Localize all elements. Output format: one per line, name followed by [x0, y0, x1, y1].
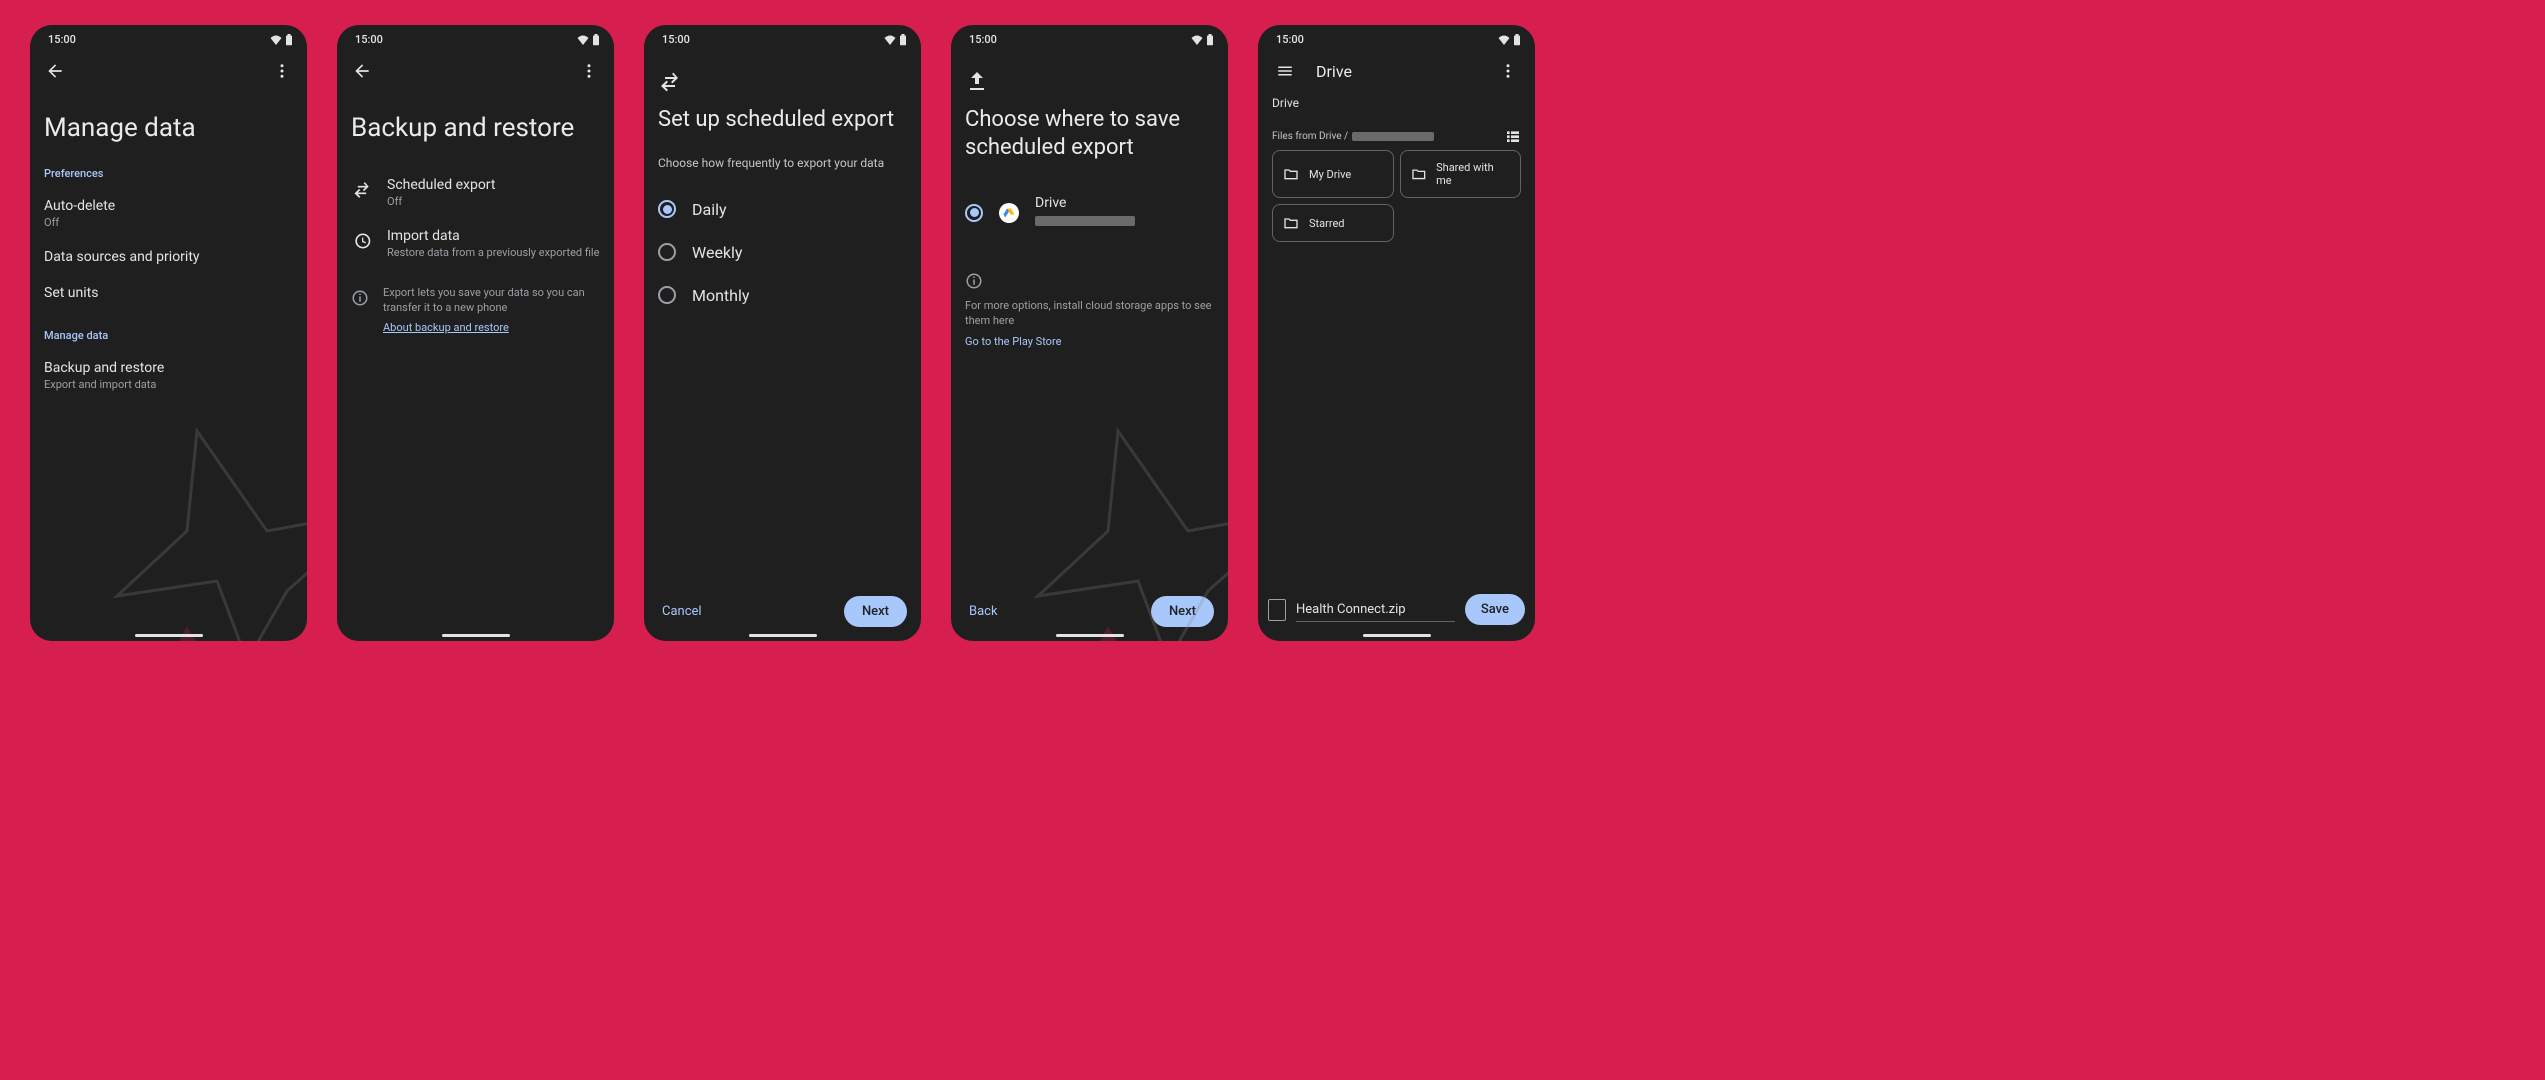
about-link[interactable]: About backup and restore — [383, 321, 509, 334]
radio-icon — [658, 200, 676, 218]
option-monthly[interactable]: Monthly — [658, 274, 907, 317]
nav-handle — [442, 634, 510, 637]
battery-icon — [1513, 34, 1521, 46]
item-set-units[interactable]: Set units — [44, 275, 293, 311]
nav-handle — [749, 634, 817, 637]
nav-handle — [1363, 634, 1431, 637]
redacted-account — [1035, 216, 1135, 226]
sync-icon — [658, 70, 682, 94]
upload-icon — [965, 70, 989, 94]
item-auto-delete[interactable]: Auto-delete Off — [44, 188, 293, 239]
battery-icon — [1206, 34, 1214, 46]
more-button[interactable] — [574, 56, 604, 86]
folder-icon — [1411, 166, 1427, 182]
info-icon — [965, 272, 983, 290]
folder-shared-with-me[interactable]: Shared with me — [1400, 150, 1522, 198]
radio-icon — [965, 204, 983, 222]
status-time: 15:00 — [48, 33, 76, 46]
folder-my-drive[interactable]: My Drive — [1272, 150, 1394, 198]
nav-handle — [1056, 634, 1124, 637]
arrow-back-icon — [45, 61, 65, 81]
back-button[interactable] — [347, 56, 377, 86]
screen-manage-data: 15:00 Manage data Preferences Auto-delet… — [30, 25, 307, 641]
folder-icon — [1283, 215, 1299, 231]
folder-starred[interactable]: Starred — [1272, 204, 1394, 242]
hamburger-icon — [1276, 62, 1294, 80]
status-bar: 15:00 — [644, 25, 921, 50]
cancel-button[interactable]: Cancel — [658, 598, 706, 625]
info-icon — [351, 289, 369, 307]
status-time: 15:00 — [969, 33, 997, 46]
option-weekly[interactable]: Weekly — [658, 231, 907, 274]
option-drive[interactable]: Drive — [965, 183, 1214, 242]
history-icon — [352, 231, 372, 251]
filename-input[interactable]: Health Connect.zip — [1296, 598, 1455, 622]
status-icons — [270, 34, 293, 46]
app-bar — [337, 50, 614, 92]
item-data-sources[interactable]: Data sources and priority — [44, 239, 293, 275]
nav-handle — [135, 634, 203, 637]
item-backup-restore[interactable]: Backup and restore Export and import dat… — [44, 350, 293, 401]
wifi-icon — [577, 35, 589, 45]
status-bar: 15:00 — [951, 25, 1228, 50]
status-time: 15:00 — [355, 33, 383, 46]
more-vert-icon — [273, 62, 291, 80]
battery-icon — [285, 34, 293, 46]
folder-icon — [1283, 166, 1299, 182]
page-title: Backup and restore — [351, 112, 600, 145]
play-store-link[interactable]: Go to the Play Store — [965, 335, 1061, 348]
battery-icon — [592, 34, 600, 46]
app-bar — [30, 50, 307, 92]
menu-button[interactable] — [1270, 56, 1300, 86]
hint-text: Choose how frequently to export your dat… — [658, 156, 907, 170]
next-button[interactable]: Next — [1151, 596, 1214, 627]
radio-icon — [658, 243, 676, 261]
status-bar: 15:00 — [337, 25, 614, 50]
app-title: Drive — [1316, 62, 1352, 81]
screen-schedule-frequency: 15:00 Set up scheduled export Choose how… — [644, 25, 921, 641]
screen-drive-picker: 15:00 Drive Drive Files from Drive / My … — [1258, 25, 1535, 641]
file-type-icon — [1268, 599, 1286, 621]
page-title: Manage data — [44, 112, 293, 145]
wifi-icon — [884, 35, 896, 45]
more-vert-icon — [1499, 62, 1517, 80]
item-import-data[interactable]: Import data Restore data from a previous… — [351, 218, 600, 269]
breadcrumb-path: Files from Drive / — [1272, 131, 1348, 142]
redacted-path — [1352, 132, 1434, 141]
battery-icon — [899, 34, 907, 46]
status-bar: 15:00 — [30, 25, 307, 50]
wifi-icon — [1498, 35, 1510, 45]
more-vert-icon — [580, 62, 598, 80]
info-text: Export lets you save your data so you ca… — [383, 285, 600, 316]
more-button[interactable] — [267, 56, 297, 86]
back-button[interactable] — [40, 56, 70, 86]
screen-choose-destination: 15:00 Choose where to save scheduled exp… — [951, 25, 1228, 641]
radio-icon — [658, 286, 676, 304]
wifi-icon — [1191, 35, 1203, 45]
item-scheduled-export[interactable]: Scheduled export Off — [351, 167, 600, 218]
breadcrumb-root[interactable]: Drive — [1258, 92, 1535, 114]
screen-backup-restore: 15:00 Backup and restore Scheduled expor… — [337, 25, 614, 641]
google-drive-icon — [999, 203, 1019, 223]
next-button[interactable]: Next — [844, 596, 907, 627]
more-button[interactable] — [1493, 56, 1523, 86]
status-bar: 15:00 — [1258, 25, 1535, 50]
option-daily[interactable]: Daily — [658, 188, 907, 231]
section-manage-data-label: Manage data — [44, 329, 293, 342]
page-title: Choose where to save scheduled export — [965, 106, 1214, 161]
page-title: Set up scheduled export — [658, 106, 907, 134]
arrow-back-icon — [352, 61, 372, 81]
save-button[interactable]: Save — [1465, 594, 1525, 625]
wifi-icon — [270, 35, 282, 45]
list-view-icon[interactable] — [1505, 128, 1521, 144]
sync-icon — [352, 180, 372, 200]
status-time: 15:00 — [662, 33, 690, 46]
status-time: 15:00 — [1276, 33, 1304, 46]
section-preferences-label: Preferences — [44, 167, 293, 180]
info-text: For more options, install cloud storage … — [965, 298, 1214, 329]
back-button[interactable]: Back — [965, 598, 1002, 625]
